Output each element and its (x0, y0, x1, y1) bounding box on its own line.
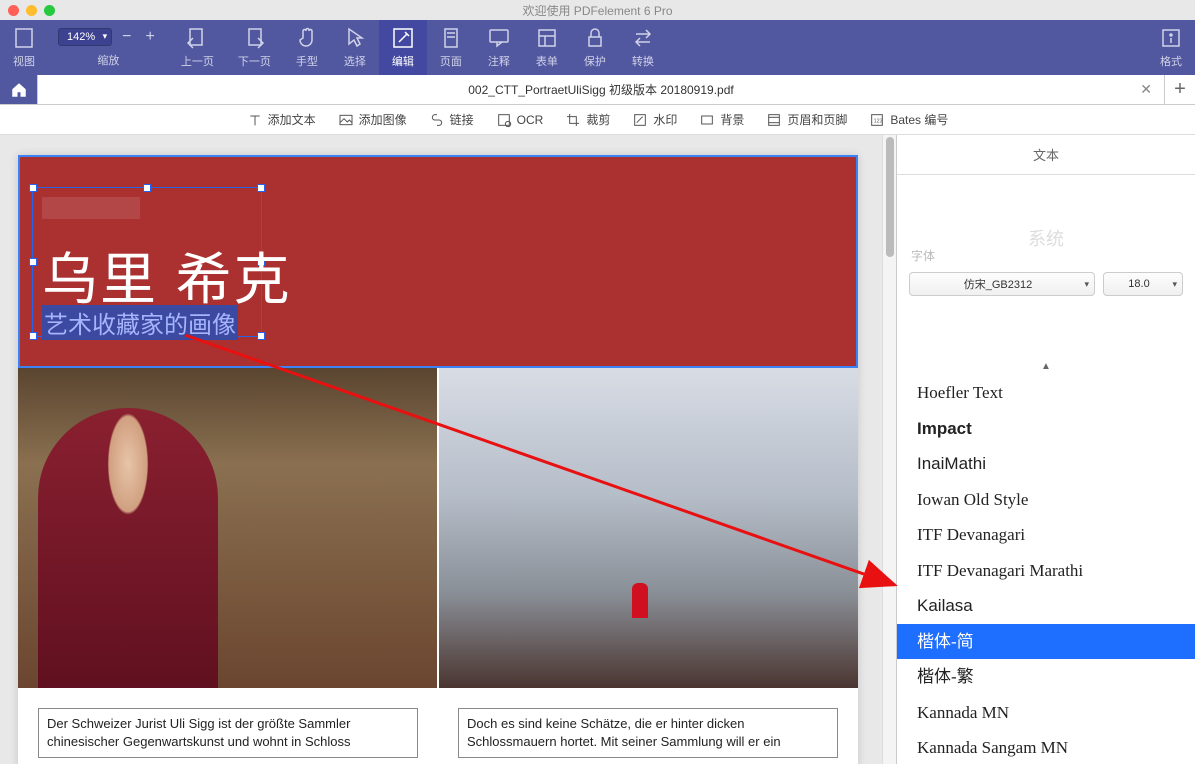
text-column-right[interactable]: Doch es sind keine Schätze, die er hinte… (458, 708, 838, 758)
photo-row (18, 368, 858, 688)
title-bar: 欢迎使用 PDFelement 6 Pro (0, 0, 1195, 20)
document-tab[interactable]: 002_CTT_PortraetUliSigg 初级版本 20180919.pd… (38, 75, 1165, 104)
add-tab-button[interactable]: + (1165, 75, 1195, 104)
font-option[interactable]: Kailasa (897, 588, 1195, 624)
font-dropdown-list[interactable]: ▲ Hoefler Text Impact InaiMathi Iowan Ol… (897, 361, 1195, 764)
add-text-button[interactable]: 添加文本 (247, 111, 316, 128)
vertical-scrollbar[interactable] (882, 135, 896, 764)
convert-icon (631, 26, 655, 50)
comment-button[interactable]: 注释 (475, 20, 523, 75)
font-option[interactable]: InaiMathi (897, 446, 1195, 482)
convert-button[interactable]: 转换 (619, 20, 667, 75)
next-page-button[interactable]: 下一页 (226, 20, 283, 75)
next-page-icon (242, 26, 266, 50)
view-button[interactable]: 视图 (0, 20, 48, 75)
document-subtitle[interactable]: 艺术收藏家的画像 (42, 305, 238, 340)
form-button[interactable]: 表单 (523, 20, 571, 75)
font-option[interactable]: Impact (897, 411, 1195, 447)
font-option[interactable]: Kannada Sangam MN (897, 730, 1195, 764)
distant-figure (632, 583, 648, 618)
edit-tool-button[interactable]: 编辑 (379, 20, 427, 75)
zoom-select[interactable]: 142% (58, 28, 112, 46)
maximize-window-button[interactable] (44, 5, 55, 16)
window-title: 欢迎使用 PDFelement 6 Pro (522, 2, 672, 19)
content-area: 乌里 希克 艺术收藏家的画像 Der Schweizer Jurist Uli … (0, 135, 1195, 764)
page-icon (439, 26, 463, 50)
header-block[interactable]: 乌里 希克 艺术收藏家的画像 (18, 155, 858, 368)
font-option[interactable]: Hoefler Text (897, 375, 1195, 411)
hand-tool-button[interactable]: 手型 (283, 20, 331, 75)
panel-body: 系统 字体 仿宋_GB2312 18.0 ▲ Hoefler Text Impa… (897, 175, 1195, 764)
add-image-button[interactable]: 添加图像 (338, 111, 407, 128)
font-option-highlighted[interactable]: 楷体-简 (897, 624, 1195, 660)
form-icon (535, 26, 559, 50)
text-column-left[interactable]: Der Schweizer Jurist Uli Sigg ist der gr… (38, 708, 418, 758)
protect-button[interactable]: 保护 (571, 20, 619, 75)
svg-text:123: 123 (874, 118, 883, 124)
format-button[interactable]: 格式 (1147, 20, 1195, 75)
cursor-icon (343, 26, 367, 50)
font-size-select[interactable]: 18.0 (1103, 272, 1183, 296)
close-tab-button[interactable]: ✕ (1140, 81, 1152, 98)
minimize-window-button[interactable] (26, 5, 37, 16)
format-icon (1159, 26, 1183, 50)
zoom-out-button[interactable]: − (118, 28, 135, 46)
document-page: 乌里 希克 艺术收藏家的画像 Der Schweizer Jurist Uli … (18, 155, 858, 764)
page-button[interactable]: 页面 (427, 20, 475, 75)
select-tool-button[interactable]: 选择 (331, 20, 379, 75)
hand-icon (295, 26, 319, 50)
bates-button[interactable]: 123Bates 编号 (869, 111, 948, 128)
prev-page-icon (185, 26, 209, 50)
person-figure (38, 408, 218, 688)
properties-panel: 文本 系统 字体 仿宋_GB2312 18.0 ▲ Hoefler Text I… (896, 135, 1195, 764)
panel-system-label: 系统 (1028, 225, 1064, 251)
scroll-up-arrow[interactable]: ▲ (897, 361, 1195, 375)
photo-right (439, 368, 858, 688)
document-tab-label: 002_CTT_PortraetUliSigg 初级版本 20180919.pd… (468, 81, 733, 98)
edit-toolbar: 添加文本 添加图像 链接 OCR 裁剪 水印 背景 页眉和页脚 123Bates… (0, 105, 1195, 135)
font-option[interactable]: Iowan Old Style (897, 482, 1195, 518)
home-tab[interactable] (0, 75, 38, 104)
font-option[interactable]: Kannada MN (897, 695, 1195, 731)
text-columns: Der Schweizer Jurist Uli Sigg ist der gr… (18, 688, 858, 764)
document-title[interactable]: 乌里 希克 (42, 235, 292, 316)
close-window-button[interactable] (8, 5, 19, 16)
prev-page-button[interactable]: 上一页 (169, 20, 226, 75)
watermark-button[interactable]: 水印 (632, 111, 677, 128)
photo-left (18, 368, 437, 688)
background-button[interactable]: 背景 (699, 111, 744, 128)
header-footer-button[interactable]: 页眉和页脚 (766, 111, 847, 128)
main-toolbar: 视图 142% − + 缩放 上一页 下一页 手型 选择 编辑 页面 注释 表单 (0, 20, 1195, 75)
tab-bar: 002_CTT_PortraetUliSigg 初级版本 20180919.pd… (0, 75, 1195, 105)
comment-icon (487, 26, 511, 50)
scrollbar-thumb[interactable] (886, 137, 894, 257)
ocr-button[interactable]: OCR (496, 112, 544, 128)
font-family-select[interactable]: 仿宋_GB2312 (909, 272, 1095, 296)
link-button[interactable]: 链接 (429, 111, 474, 128)
zoom-in-button[interactable]: + (141, 28, 158, 46)
crop-button[interactable]: 裁剪 (565, 111, 610, 128)
view-icon (12, 26, 36, 50)
panel-tab-text[interactable]: 文本 (897, 135, 1195, 175)
font-option[interactable]: ITF Devanagari (897, 517, 1195, 553)
font-option[interactable]: 楷体-繁 (897, 659, 1195, 695)
lock-icon (583, 26, 607, 50)
edit-icon (391, 26, 415, 50)
window-controls (8, 5, 55, 16)
zoom-group: 142% − + 缩放 (48, 20, 169, 75)
font-option[interactable]: ITF Devanagari Marathi (897, 553, 1195, 589)
